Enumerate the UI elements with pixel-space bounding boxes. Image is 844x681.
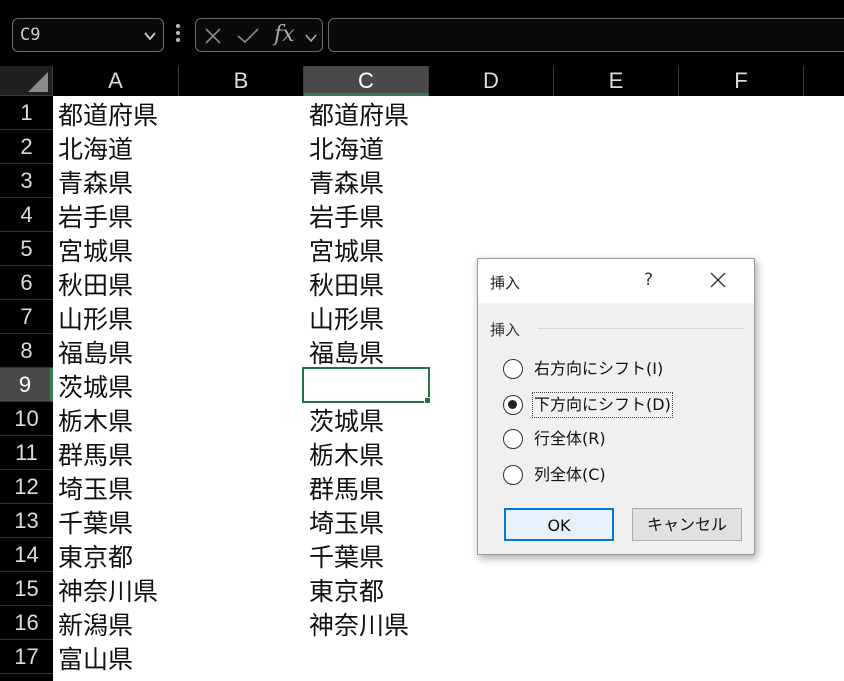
formula-bar-area: C9 fx — [0, 0, 844, 66]
cell-a3[interactable]: 青森県 — [58, 164, 133, 198]
row-header-1[interactable]: 1 — [0, 96, 53, 130]
group-label: 挿入 — [490, 321, 521, 339]
row-header-13[interactable]: 13 — [0, 504, 53, 538]
dialog-title: 挿入 — [490, 274, 521, 292]
radio-selected-icon[interactable] — [503, 395, 523, 415]
more-options-icon[interactable] — [174, 24, 182, 44]
cancel-x-icon[interactable] — [204, 27, 222, 49]
cell-c1[interactable]: 都道府県 — [309, 96, 409, 130]
name-box[interactable]: C9 — [12, 18, 164, 52]
cell-a6[interactable]: 秋田県 — [58, 266, 133, 300]
radio-label[interactable]: 行全体(R) — [533, 427, 607, 451]
cell-c8[interactable]: 福島県 — [309, 334, 384, 368]
radio-label[interactable]: 列全体(C) — [533, 463, 607, 487]
cell-c15[interactable]: 東京都 — [309, 572, 384, 606]
cell-c16[interactable]: 神奈川県 — [309, 606, 409, 640]
cell-a12[interactable]: 埼玉県 — [58, 470, 133, 504]
radio-unselected-icon[interactable] — [503, 359, 523, 379]
radio-dot-icon — [508, 400, 517, 409]
select-all-corner[interactable] — [0, 66, 53, 96]
row-header-10[interactable]: 10 — [0, 402, 53, 436]
formula-input[interactable] — [328, 18, 844, 52]
cell-a7[interactable]: 山形県 — [58, 300, 133, 334]
help-button[interactable]: ? — [644, 270, 653, 290]
fill-handle[interactable] — [424, 397, 431, 404]
cell-c7[interactable]: 山形県 — [309, 300, 384, 334]
radio-unselected-icon[interactable] — [503, 429, 523, 449]
cell-a14[interactable]: 東京都 — [58, 538, 133, 572]
cell-c4[interactable]: 岩手県 — [309, 198, 384, 232]
cell-a15[interactable]: 神奈川県 — [58, 572, 158, 606]
cell-a13[interactable]: 千葉県 — [58, 504, 133, 538]
group-divider — [538, 328, 744, 329]
row-header-17[interactable]: 17 — [0, 640, 53, 674]
chevron-down-icon[interactable] — [143, 28, 157, 47]
column-header-e[interactable]: E — [554, 66, 679, 96]
dialog-titlebar: 挿入 ? — [478, 259, 754, 303]
column-header-d[interactable]: D — [429, 66, 554, 96]
row-header-7[interactable]: 7 — [0, 300, 53, 334]
column-header-b[interactable]: B — [179, 66, 304, 96]
cell-c3[interactable]: 青森県 — [309, 164, 384, 198]
cell-c12[interactable]: 群馬県 — [309, 470, 384, 504]
cell-c5[interactable]: 宮城県 — [309, 232, 384, 266]
insert-function-button[interactable]: fx — [274, 22, 295, 47]
row-header-9[interactable]: 9 — [0, 368, 53, 402]
cell-a17[interactable]: 富山県 — [58, 640, 133, 674]
row-header-4[interactable]: 4 — [0, 198, 53, 232]
cell-c13[interactable]: 埼玉県 — [309, 504, 384, 538]
row-header-8[interactable]: 8 — [0, 334, 53, 368]
radio-label[interactable]: 右方向にシフト(I) — [533, 357, 664, 381]
cell-a16[interactable]: 新潟県 — [58, 606, 133, 640]
cell-c2[interactable]: 北海道 — [309, 130, 384, 164]
column-header-f[interactable]: F — [679, 66, 804, 96]
cell-a11[interactable]: 群馬県 — [58, 436, 133, 470]
row-header-15[interactable]: 15 — [0, 572, 53, 606]
cell-a10[interactable]: 栃木県 — [58, 402, 133, 436]
cell-c11[interactable]: 栃木県 — [309, 436, 384, 470]
row-header-3[interactable]: 3 — [0, 164, 53, 198]
chevron-down-icon[interactable] — [304, 29, 318, 48]
radio-label[interactable]: 下方向にシフト(D) — [532, 392, 673, 418]
cell-a4[interactable]: 岩手県 — [58, 198, 133, 232]
row-header-11[interactable]: 11 — [0, 436, 53, 470]
enter-check-icon[interactable] — [236, 27, 260, 49]
radio-unselected-icon[interactable] — [503, 465, 523, 485]
active-cell-c9[interactable] — [302, 367, 430, 403]
row-header-6[interactable]: 6 — [0, 266, 53, 300]
cell-a9[interactable]: 茨城県 — [58, 368, 133, 402]
row-header-2[interactable]: 2 — [0, 130, 53, 164]
row-header-14[interactable]: 14 — [0, 538, 53, 572]
ok-button[interactable]: OK — [504, 508, 614, 541]
cell-c14[interactable]: 千葉県 — [309, 538, 384, 572]
cell-a1[interactable]: 都道府県 — [58, 96, 158, 130]
insert-dialog: 挿入 ? 挿入 右方向にシフト(I) 下方向にシフト(D) 行全体(R) 列全体(C)… — [477, 258, 755, 555]
column-header-a[interactable]: A — [53, 66, 179, 96]
cell-a8[interactable]: 福島県 — [58, 334, 133, 368]
row-header-12[interactable]: 12 — [0, 470, 53, 504]
row-header-5[interactable]: 5 — [0, 232, 53, 266]
close-icon[interactable] — [710, 272, 726, 292]
row-header-16[interactable]: 16 — [0, 606, 53, 640]
column-header-c[interactable]: C — [304, 66, 429, 96]
formula-buttons: fx — [195, 18, 323, 52]
cell-a2[interactable]: 北海道 — [58, 130, 133, 164]
cancel-button[interactable]: キャンセル — [632, 508, 742, 541]
cell-c10[interactable]: 茨城県 — [309, 402, 384, 436]
name-box-value: C9 — [20, 25, 41, 45]
cell-c6[interactable]: 秋田県 — [309, 266, 384, 300]
cell-a5[interactable]: 宮城県 — [58, 232, 133, 266]
